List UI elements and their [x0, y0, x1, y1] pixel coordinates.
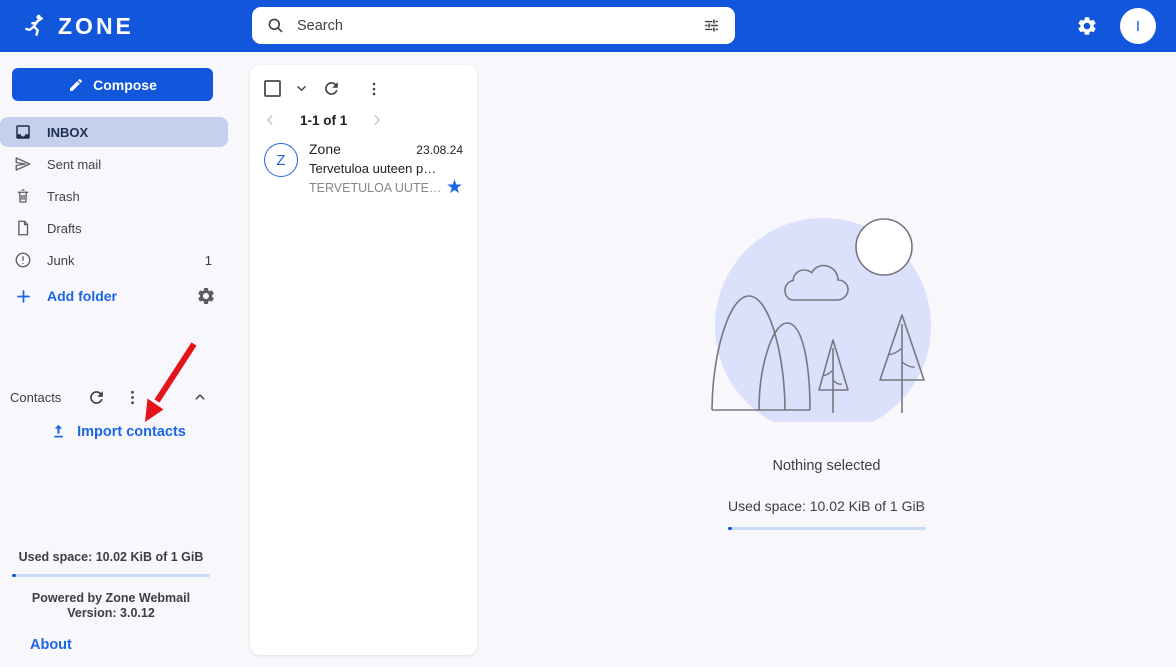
sender-avatar-letter: Z	[276, 151, 286, 169]
import-contacts-button[interactable]: Import contacts	[0, 423, 236, 440]
sidebar-item-drafts[interactable]: Drafts	[0, 213, 236, 243]
avatar-letter: I	[1135, 17, 1141, 35]
pagination-label: 1-1 of 1	[300, 112, 348, 128]
document-icon	[14, 219, 32, 237]
top-app-bar: ZONE Search I	[0, 0, 1176, 52]
powered-by-label: Powered by Zone Webmail	[31, 591, 191, 605]
storage-progress-fill	[727, 527, 732, 530]
next-page-chevron-icon[interactable]	[369, 112, 385, 128]
upload-icon	[50, 423, 67, 440]
search-icon	[266, 16, 285, 35]
email-summary: Zone 23.08.24 Tervetuloa uuteen p… TERVE…	[309, 141, 463, 197]
running-person-icon	[22, 13, 49, 40]
contacts-title: Contacts	[10, 389, 62, 405]
user-avatar[interactable]: I	[1120, 8, 1156, 44]
folder-settings-gear-icon[interactable]	[196, 286, 216, 306]
sender-avatar: Z	[264, 143, 298, 177]
compose-button[interactable]: Compose	[12, 68, 213, 101]
logo-wordmark: ZONE	[58, 12, 134, 39]
sidebar: Compose INBOX Sent mail Trash Drafts Jun…	[0, 52, 236, 667]
email-preview: TERVETULOA UUTE…	[309, 181, 442, 195]
version-label: Version: 3.0.12	[67, 606, 155, 620]
send-icon	[14, 155, 32, 173]
folder-label: Junk	[47, 252, 75, 268]
import-contacts-label: Import contacts	[77, 423, 186, 440]
add-folder-row: Add folder	[0, 279, 236, 313]
empty-state-illustration	[710, 218, 931, 422]
folder-label: Drafts	[47, 220, 82, 236]
about-link[interactable]: About	[0, 637, 222, 653]
alert-circle-icon	[14, 251, 32, 269]
nothing-selected-label: Nothing selected	[772, 458, 881, 474]
storage-progress-bar	[12, 574, 210, 577]
plus-icon[interactable]	[14, 287, 33, 306]
select-all-checkbox[interactable]	[264, 80, 281, 97]
email-list-item[interactable]: Z Zone 23.08.24 Tervetuloa uuteen p… TER…	[250, 129, 477, 197]
reading-pane: Nothing selected Used space: 10.02 KiB o…	[477, 52, 1176, 667]
sidebar-item-sent[interactable]: Sent mail	[0, 149, 236, 179]
email-sender: Zone	[309, 141, 341, 157]
collapse-chevron-up-icon[interactable]	[191, 388, 209, 406]
star-icon[interactable]: ★	[446, 178, 463, 197]
settings-gear-icon[interactable]	[1076, 15, 1098, 37]
storage-progress-fill	[12, 574, 16, 577]
zone-logo: ZONE	[22, 13, 134, 40]
sidebar-footer: Used space: 10.02 KiB of 1 GiB Powered b…	[0, 550, 222, 653]
mail-list-panel: 1-1 of 1 Z Zone 23.08.24 Tervetuloa uute…	[250, 65, 477, 655]
search-input[interactable]: Search	[252, 7, 735, 44]
inbox-icon	[14, 123, 32, 141]
pagination: 1-1 of 1	[250, 99, 477, 129]
refresh-icon[interactable]	[87, 388, 106, 407]
chevron-down-icon[interactable]	[293, 80, 310, 97]
pencil-icon	[68, 77, 84, 93]
folder-label: INBOX	[47, 124, 89, 140]
mail-list-toolbar	[250, 65, 477, 99]
email-subject: Tervetuloa uuteen p…	[309, 161, 437, 176]
email-date: 23.08.24	[416, 143, 463, 157]
trash-icon	[14, 187, 32, 205]
sidebar-item-junk[interactable]: Junk 1	[0, 245, 236, 275]
header-actions: I	[1076, 0, 1156, 52]
tune-filter-icon[interactable]	[702, 16, 721, 35]
folder-label: Sent mail	[47, 156, 102, 172]
folder-label: Trash	[47, 188, 80, 204]
compose-label: Compose	[93, 76, 157, 93]
refresh-icon[interactable]	[322, 79, 341, 98]
storage-progress-bar	[727, 527, 926, 530]
folder-list: INBOX Sent mail Trash Drafts Junk 1	[0, 117, 236, 275]
used-space-label: Used space: 10.02 KiB of 1 GiB	[728, 498, 925, 514]
add-folder-button[interactable]: Add folder	[47, 288, 117, 304]
prev-page-chevron-icon[interactable]	[262, 112, 278, 128]
kebab-menu-icon[interactable]	[123, 388, 142, 407]
sidebar-item-trash[interactable]: Trash	[0, 181, 236, 211]
folder-count: 1	[204, 252, 212, 268]
kebab-menu-icon[interactable]	[365, 80, 383, 98]
sidebar-item-inbox[interactable]: INBOX	[0, 117, 228, 147]
contacts-header: Contacts	[0, 386, 236, 408]
used-space-label: Used space: 10.02 KiB of 1 GiB	[18, 550, 204, 564]
search-placeholder: Search	[297, 17, 343, 34]
